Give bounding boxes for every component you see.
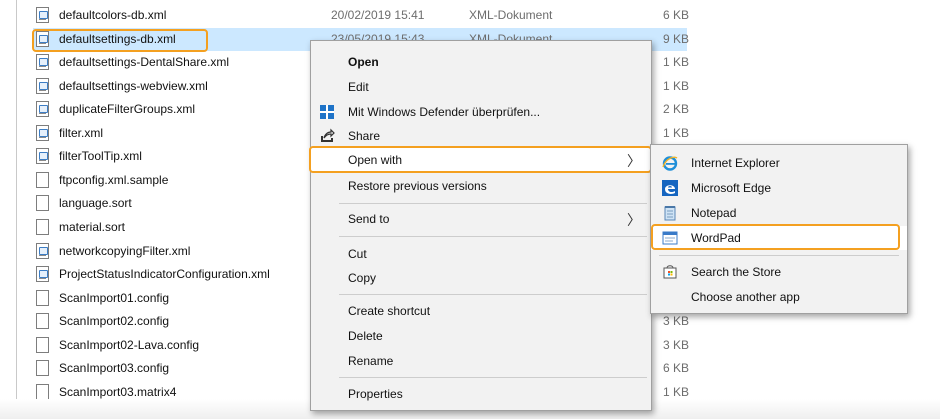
menu-separator [339,377,647,378]
menu-item-defender[interactable]: Mit Windows Defender überprüfen... [311,100,651,124]
submenu-item-choose-app[interactable]: Choose another app [651,285,907,309]
file-name: duplicateFilterGroups.xml [59,102,196,116]
file-icon [36,290,49,306]
file-icon [36,360,49,376]
submenu-separator [659,255,899,256]
xml-file-icon [36,54,49,70]
submenu-item-internet-explorer-label: Internet Explorer [691,156,780,170]
notepad-icon [662,205,678,221]
menu-item-properties[interactable]: Properties [311,382,651,406]
xml-file-icon [36,7,49,23]
menu-item-send-to-label: Send to [348,212,390,226]
file-name: defaultsettings-DentalShare.xml [59,55,230,69]
submenu-item-store[interactable]: Search the Store [651,260,907,284]
menu-item-share-label: Share [348,129,381,143]
file-name: networkcopyingFilter.xml [59,244,191,258]
file-size: 6 KB [662,361,689,375]
submenu-item-notepad-label: Notepad [691,206,737,220]
microsoft-edge-icon [662,180,678,196]
xml-file-icon [36,148,49,164]
file-name: filter.xml [59,126,104,140]
menu-item-rename-label: Rename [348,354,394,368]
xml-file-icon [36,266,49,282]
menu-item-create-shortcut[interactable]: Create shortcut [311,299,651,323]
file-size: 1 KB [662,79,689,93]
menu-item-copy[interactable]: Copy [311,266,651,290]
xml-file-icon [36,78,49,94]
file-size: 9 KB [662,32,689,46]
menu-item-share[interactable]: Share [311,124,651,148]
file-size: 6 KB [662,8,689,22]
file-name: language.sort [59,196,132,210]
xml-file-icon [36,101,49,117]
file-icon [36,195,49,211]
menu-item-properties-label: Properties [348,387,403,401]
submenu-item-internet-explorer[interactable]: Internet Explorer [651,151,907,175]
file-name: material.sort [59,220,126,234]
file-size: 1 KB [662,385,689,399]
submenu-item-edge-label: Microsoft Edge [691,181,772,195]
internet-explorer-icon [662,155,678,171]
file-name: ScanImport02.config [59,314,170,328]
file-name: defaultsettings-webview.xml [59,79,208,93]
menu-item-delete[interactable]: Delete [311,324,651,348]
xml-file-icon [36,125,49,141]
menu-item-restore[interactable]: Restore previous versions [311,174,651,198]
xml-file-icon [36,243,49,259]
file-icon [36,337,49,353]
file-name: ProjectStatusIndicatorConfiguration.xml [59,267,270,281]
submenu-item-notepad[interactable]: Notepad [651,201,907,225]
menu-item-send-to[interactable]: Send to 〉 [311,207,651,231]
menu-item-copy-label: Copy [348,271,377,285]
menu-separator [339,236,647,237]
menu-item-cut[interactable]: Cut [311,242,651,266]
submenu-item-choose-app-label: Choose another app [691,290,800,304]
navigation-pane-divider [16,0,17,419]
file-name: defaultcolors-db.xml [59,8,167,22]
file-size: 3 KB [662,314,689,328]
file-type: XML-Dokument [469,8,553,22]
menu-item-edit-label: Edit [348,80,369,94]
menu-item-create-shortcut-label: Create shortcut [348,304,431,318]
menu-separator [339,203,647,204]
menu-separator [339,294,647,295]
file-name: ScanImport02-Lava.config [59,338,200,352]
context-menu: Open Edit Mit Windows Defender überprüfe… [310,40,652,411]
menu-item-restore-label: Restore previous versions [348,179,487,193]
menu-item-edit[interactable]: Edit [311,75,651,99]
file-icon [36,172,49,188]
menu-item-delete-label: Delete [348,329,383,343]
wordpad-highlight [651,224,900,250]
file-size: 1 KB [662,55,689,69]
menu-item-defender-label: Mit Windows Defender überprüfen... [348,105,541,119]
file-icon [36,384,49,400]
file-date: 20/02/2019 15:41 [331,8,425,22]
file-name: ScanImport03.matrix4 [59,385,177,399]
file-icon [36,219,49,235]
open-with-highlight [309,146,652,173]
file-size: 1 KB [662,126,689,140]
file-size: 3 KB [662,338,689,352]
file-name: ScanImport01.config [59,291,170,305]
file-name: ScanImport03.config [59,361,170,375]
submenu-arrow-icon: 〉 [627,212,641,228]
file-size: 2 KB [662,102,689,116]
selected-file-highlight [32,29,208,52]
menu-item-open[interactable]: Open [311,50,651,74]
submenu-item-edge[interactable]: Microsoft Edge [651,176,907,200]
store-icon [662,264,678,280]
menu-item-cut-label: Cut [348,247,367,261]
menu-item-rename[interactable]: Rename [311,349,651,373]
share-icon [319,128,335,144]
file-name: filterToolTip.xml [59,149,142,163]
file-row[interactable]: defaultcolors-db.xml 20/02/2019 15:41 XML-… [33,4,689,27]
menu-item-open-label: Open [348,55,379,69]
file-name: ftpconfig.xml.sample [59,173,169,187]
submenu-item-store-label: Search the Store [691,265,782,279]
file-icon [36,313,49,329]
windows-defender-icon [319,104,335,120]
